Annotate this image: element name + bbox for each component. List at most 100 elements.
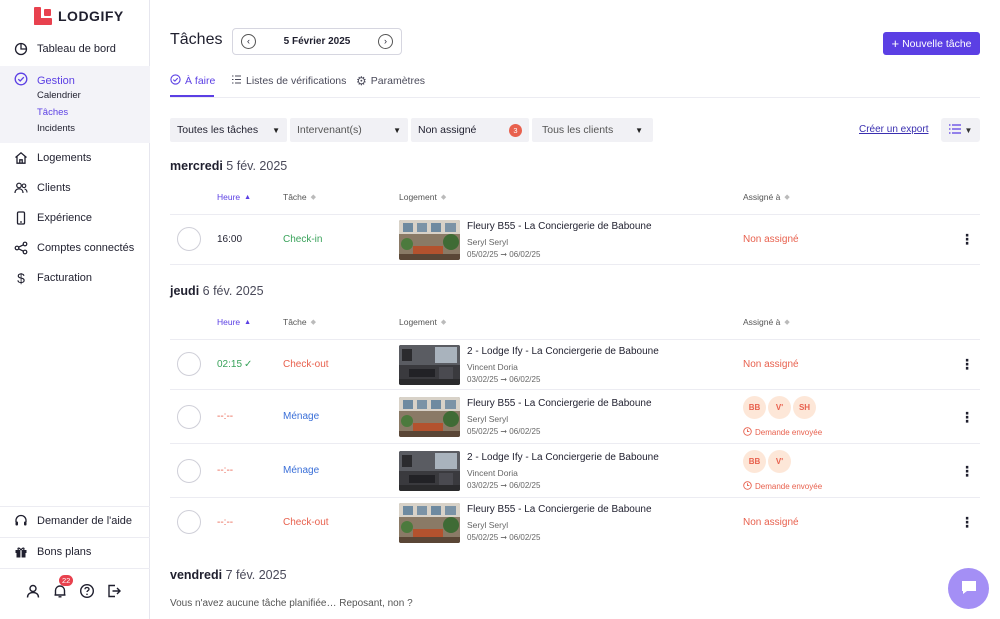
avatar[interactable]: BB [743,396,766,419]
sidebar-item-dashboard[interactable]: Tableau de bord [0,35,150,63]
current-date[interactable]: 5 Février 2025 [284,36,351,47]
create-export-link[interactable]: Créer un export [859,124,928,135]
chevron-right-icon[interactable]: › [378,34,393,49]
empty-day-message: Vous n'avez aucune tâche planifiée… Repo… [170,598,413,609]
filter-unassigned[interactable]: Non assigné 3 [411,118,529,142]
request-status-label: Demande envoyée [755,428,823,437]
task-type[interactable]: Check-in [283,234,322,245]
stay-dates: 05/02/25 ➞ 06/02/25 [467,427,541,436]
sort-icon: ◆ [310,319,317,326]
tab-checklists[interactable]: Listes de vérifications [231,70,346,92]
sidebar-item-experience[interactable]: Expérience [0,204,150,232]
column-header-time[interactable]: Heure ▲ [217,192,251,202]
table-row[interactable]: --:-- Ménage 2 - Lodge Ify - La Concierg… [170,443,980,497]
page-title: Tâches [170,31,223,48]
filter-tasks[interactable]: Toutes les tâches ▼ [170,118,287,142]
sidebar-item-gestion[interactable]: Gestion [14,72,75,89]
column-header-property[interactable]: Logement ◆ [399,317,446,327]
task-type[interactable]: Ménage [283,411,319,422]
sidebar-item-label: Gestion [37,74,75,87]
task-type[interactable]: Ménage [283,465,319,476]
property-name[interactable]: 2 - Lodge Ify - La Conciergerie de Babou… [467,346,659,357]
assignee-status[interactable]: Non assigné [743,234,799,245]
property-thumbnail [399,345,460,385]
sidebar-sub-incidents[interactable]: Incidents [37,123,75,134]
property-name[interactable]: 2 - Lodge Ify - La Conciergerie de Babou… [467,452,659,463]
date-picker: ‹ 5 Février 2025 › [232,28,402,55]
column-header-time[interactable]: Heure ▲ [217,317,251,327]
brand-logo[interactable]: LODGIFY [34,7,124,25]
filter-staff[interactable]: Intervenant(s) ▼ [290,118,408,142]
assignee-status[interactable]: Non assigné [743,359,799,370]
more-options-icon[interactable]: ⋮ [960,232,974,246]
avatar[interactable]: SH [793,396,816,419]
tab-settings[interactable]: ⚙ Paramètres [356,70,425,92]
task-type[interactable]: Check-out [283,517,329,528]
sidebar-sub-tasks[interactable]: Tâches [37,107,68,118]
avatar[interactable]: V' [768,450,791,473]
share-icon [14,241,28,255]
table-row[interactable]: 02:15 ✓ Check-out 2 - Lodge Ify - La Conc… [170,339,980,389]
sidebar-item-logements[interactable]: Logements [0,144,150,172]
assignee-avatars[interactable]: BB V' SH [743,396,816,419]
sidebar-item-label: Logements [37,152,92,164]
sidebar-item-billing[interactable]: $ Facturation [0,264,150,292]
chat-button[interactable] [948,568,989,609]
day-heading: jeudi 6 fév. 2025 [170,284,264,298]
assignee-status[interactable]: Non assigné [743,517,799,528]
property-name[interactable]: Fleury B55 - La Conciergerie de Baboune [467,504,652,515]
complete-task-checkbox[interactable] [177,459,201,483]
column-header-property[interactable]: Logement ◆ [399,192,446,202]
task-time-value: 02:15 [217,359,243,370]
new-task-button[interactable]: + Nouvelle tâche [883,32,980,55]
logout-icon[interactable] [105,582,123,600]
column-label: Logement [399,192,437,202]
help-icon[interactable] [78,582,96,600]
brand-name: LODGIFY [58,8,124,24]
column-label: Heure [217,317,241,327]
column-header-assigned[interactable]: Assigné à ◆ [743,317,790,327]
list-icon [948,124,961,136]
more-options-icon[interactable]: ⋮ [960,357,974,371]
column-header-assigned[interactable]: Assigné à ◆ [743,192,790,202]
headset-icon [14,514,28,528]
guest-name: Seryl Seryl [467,237,509,247]
column-label: Assigné à [743,192,781,202]
sidebar-item-clients[interactable]: Clients [0,174,150,202]
complete-task-checkbox[interactable] [177,405,201,429]
sidebar-item-help[interactable]: Demander de l'aide [0,507,150,535]
complete-task-checkbox[interactable] [177,510,201,534]
sidebar-item-deals[interactable]: Bons plans [0,538,150,566]
new-task-label: Nouvelle tâche [902,37,972,50]
dollar-icon: $ [17,270,25,286]
user-icon[interactable] [24,582,42,600]
complete-task-checkbox[interactable] [177,352,201,376]
column-header-task[interactable]: Tâche ◆ [283,192,316,202]
avatar[interactable]: V' [768,396,791,419]
property-name[interactable]: Fleury B55 - La Conciergerie de Baboune [467,398,652,409]
avatar[interactable]: BB [743,450,766,473]
caret-down-icon: ▼ [272,125,280,135]
sidebar-item-connected-accounts[interactable]: Comptes connectés [0,234,150,262]
assignee-avatars[interactable]: BB V' [743,450,791,473]
sidebar: LODGIFY Tableau de bord Gestion Calendri… [0,0,150,619]
more-options-icon[interactable]: ⋮ [960,464,974,478]
column-header-task[interactable]: Tâche ◆ [283,317,316,327]
table-row[interactable]: --:-- Check-out Fleury B55 - La Concierg… [170,497,980,547]
lodgify-logo-icon [34,7,52,25]
filter-clients[interactable]: Tous les clients ▼ [532,118,653,142]
task-type[interactable]: Check-out [283,359,329,370]
sidebar-divider [0,568,150,569]
view-toggle-button[interactable]: ▼ [941,118,980,142]
chevron-left-icon[interactable]: ‹ [241,34,256,49]
table-row[interactable]: 16:00 Check-in Fleury B55 - La Concierge… [170,214,980,264]
complete-task-checkbox[interactable] [177,227,201,251]
bell-icon[interactable]: 22 [51,575,74,600]
table-row[interactable]: --:-- Ménage Fleury B55 - La Conciergeri… [170,389,980,443]
more-options-icon[interactable]: ⋮ [960,515,974,529]
tab-todo[interactable]: À faire [170,70,215,92]
property-thumbnail [399,451,460,491]
property-name[interactable]: Fleury B55 - La Conciergerie de Baboune [467,221,652,232]
more-options-icon[interactable]: ⋮ [960,410,974,424]
sidebar-sub-calendar[interactable]: Calendrier [37,90,81,101]
